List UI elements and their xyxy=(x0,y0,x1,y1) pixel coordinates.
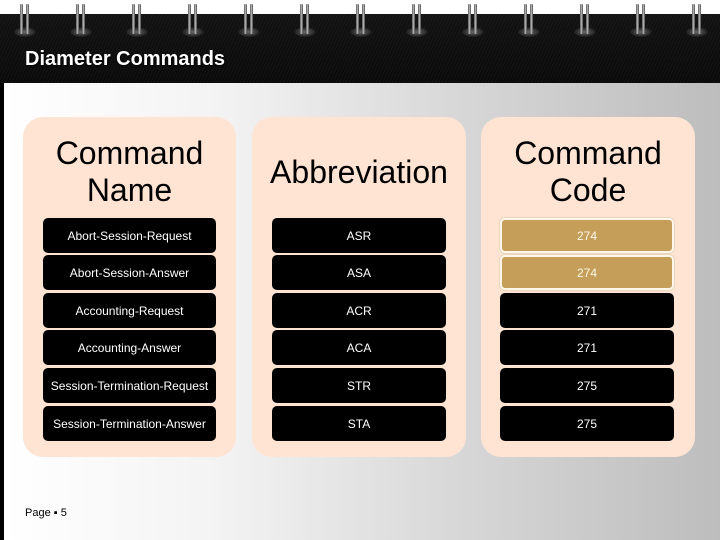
slide-title: Diameter Commands xyxy=(25,48,226,70)
cell-abbreviation: ASR xyxy=(272,218,446,253)
binding-ring xyxy=(20,4,30,34)
cell-code: 275 xyxy=(500,406,674,441)
binding-ring xyxy=(692,4,702,34)
cell-abbreviation: ACR xyxy=(272,293,446,328)
binding-ring xyxy=(468,4,478,34)
binding-ring xyxy=(188,4,198,34)
cell-abbreviation: ASA xyxy=(272,255,446,290)
cell-name: Session-Termination-Request xyxy=(43,368,216,403)
binding-ring xyxy=(300,4,310,34)
binding-ring xyxy=(244,4,254,34)
cell-name: Accounting-Request xyxy=(43,293,216,328)
binding-ring xyxy=(524,4,534,34)
slide-header: Diameter Commands xyxy=(0,0,720,83)
cell-abbreviation: ACA xyxy=(272,330,446,365)
binding-ring xyxy=(132,4,142,34)
cell-abbreviation: STA xyxy=(272,406,446,441)
cell-code: 274 xyxy=(500,218,674,253)
header-abbreviation: Abbreviation xyxy=(270,153,448,190)
binding-ring xyxy=(636,4,646,34)
cell-name: Accounting-Answer xyxy=(43,330,216,365)
binding-ring xyxy=(76,4,86,34)
spiral-binding xyxy=(0,0,720,40)
cell-code: 274 xyxy=(500,255,674,290)
cell-name: Abort-Session-Request xyxy=(43,218,216,253)
binding-ring xyxy=(356,4,366,34)
header-command-name: Command Name xyxy=(55,135,204,208)
cell-abbreviation: STR xyxy=(272,368,446,403)
cell-name: Abort-Session-Answer xyxy=(43,255,216,290)
binding-ring xyxy=(580,4,590,34)
cell-code: 271 xyxy=(500,293,674,328)
cell-code: 275 xyxy=(500,368,674,403)
page-number: Page ▪ 5 xyxy=(25,507,67,519)
header-command-code: Command Code xyxy=(514,135,662,208)
binding-ring xyxy=(412,4,422,34)
cell-name: Session-Termination-Answer xyxy=(43,406,216,441)
cell-code: 271 xyxy=(500,330,674,365)
